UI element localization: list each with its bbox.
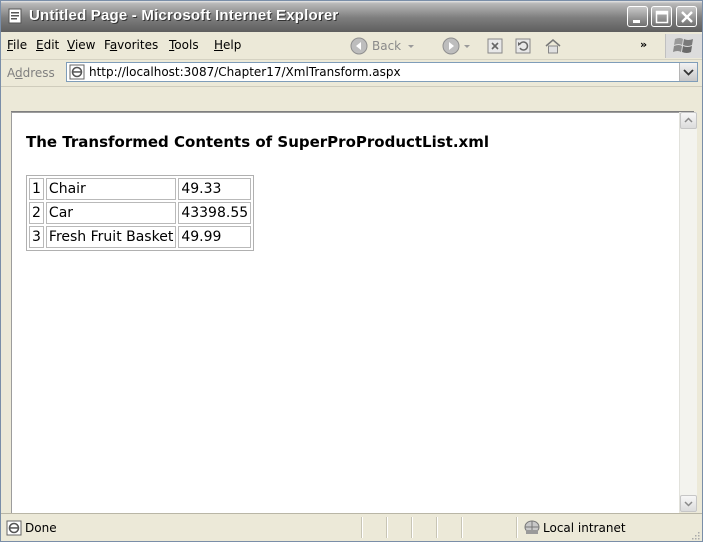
forward-dropdown-icon[interactable] (462, 37, 472, 55)
product-price-cell: 49.33 (178, 178, 252, 200)
scroll-down-button[interactable] (680, 495, 697, 512)
address-dropdown-button[interactable] (679, 63, 697, 81)
product-id-cell: 3 (29, 226, 44, 248)
status-bar: Done Local intranet (1, 513, 702, 541)
ie-page-icon (69, 64, 85, 80)
minimize-button[interactable] (627, 6, 648, 27)
menu-view[interactable]: View (67, 38, 95, 52)
title-bar[interactable]: Untitled Page - Microsoft Internet Explo… (1, 1, 702, 32)
close-button[interactable] (676, 6, 697, 27)
status-divider (386, 517, 388, 538)
page-content: The Transformed Contents of SuperProProd… (11, 112, 679, 513)
status-divider (436, 517, 438, 538)
product-id-cell: 1 (29, 178, 44, 200)
ie-page-icon (8, 8, 22, 24)
windows-logo (665, 34, 702, 58)
product-name-cell: Car (45, 202, 177, 224)
product-id-cell: 2 (29, 202, 44, 224)
product-price-cell: 49.99 (178, 226, 252, 248)
back-dropdown-icon (408, 45, 415, 48)
menu-file[interactable]: File (7, 38, 27, 52)
toolbar-overflow-chevron[interactable]: » (640, 38, 647, 51)
address-label: Address (7, 66, 55, 80)
scroll-up-button[interactable] (680, 112, 697, 129)
chevron-down-icon (683, 69, 694, 76)
address-url: http://localhost:3087/Chapter17/XmlTrans… (89, 65, 401, 79)
forward-arrow-icon[interactable] (442, 37, 460, 55)
back-button[interactable]: Back (350, 36, 416, 56)
status-divider (461, 517, 463, 538)
address-bar: Address http://localhost:3087/Chapter17/… (1, 60, 702, 87)
back-label: Back (372, 39, 402, 53)
menu-favorites[interactable]: Favorites (104, 38, 158, 52)
address-input[interactable]: http://localhost:3087/Chapter17/XmlTrans… (66, 62, 698, 82)
status-divider (411, 517, 413, 538)
menu-bar: File Edit View Favorites Tools Help Back (1, 32, 702, 60)
maximize-button[interactable] (651, 6, 672, 27)
home-icon[interactable] (544, 37, 562, 55)
menu-help[interactable]: Help (214, 38, 241, 52)
minimize-icon (633, 20, 640, 23)
table-row: 3 Fresh Fruit Basket 49.99 (29, 226, 252, 248)
product-name-cell: Chair (45, 178, 177, 200)
product-table: 1 Chair 49.33 2 Car 43398.55 3 Fresh Fruit Bask… (26, 175, 255, 251)
stop-icon[interactable] (486, 37, 504, 55)
status-divider (361, 517, 363, 538)
window-title: Untitled Page - Microsoft Internet Explo… (29, 7, 339, 24)
product-name-cell: Fresh Fruit Basket (45, 226, 177, 248)
status-text: Done (25, 521, 57, 535)
menu-edit[interactable]: Edit (36, 38, 59, 52)
page-title: The Transformed Contents of SuperProProd… (26, 133, 490, 151)
vertical-scrollbar[interactable] (679, 112, 697, 512)
product-price-cell: 43398.55 (178, 202, 252, 224)
resize-grip-icon[interactable] (690, 530, 700, 540)
ie-page-icon (6, 520, 22, 536)
maximize-icon (655, 10, 669, 24)
intranet-zone-icon (524, 520, 540, 534)
status-divider (516, 517, 518, 538)
back-arrow-icon (350, 37, 368, 55)
security-zone-label: Local intranet (543, 521, 626, 535)
table-row: 1 Chair 49.33 (29, 178, 252, 200)
table-row: 2 Car 43398.55 (29, 202, 252, 224)
windows-flag-icon (673, 38, 693, 53)
close-icon (681, 11, 693, 23)
chevron-down-icon (684, 501, 693, 507)
refresh-icon[interactable] (514, 37, 532, 55)
chevron-up-icon (684, 117, 693, 123)
ie-window: Untitled Page - Microsoft Internet Explo… (0, 0, 703, 542)
menu-tools[interactable]: Tools (169, 38, 199, 52)
